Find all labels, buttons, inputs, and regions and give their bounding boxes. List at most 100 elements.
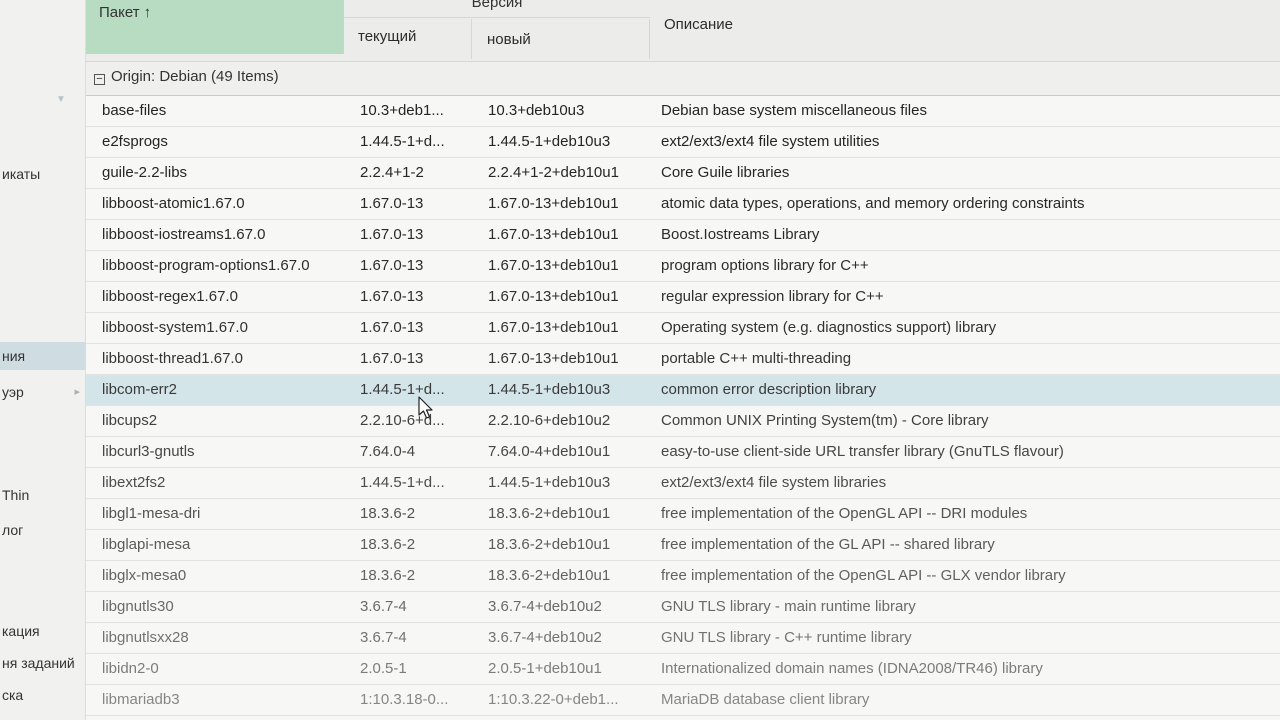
table-row[interactable]: libboost-system1.67.0 1.67.0-13 1.67.0-13+… — [86, 313, 1280, 344]
current-version: 1.67.0-13 — [360, 195, 424, 212]
current-version: 18.3.6-2 — [360, 567, 416, 584]
package-name: libidn2-0 — [102, 660, 159, 677]
current-version: 7.64.0-4 — [360, 443, 416, 460]
new-version: 1.44.5-1+deb10u3 — [488, 474, 611, 491]
table-row[interactable]: guile-2.2-libs 2.2.4+1-2 2.2.4+1-2+deb10u1… — [86, 158, 1280, 189]
package-name: libglapi-mesa — [102, 536, 191, 553]
table-row[interactable]: libboost-thread1.67.0 1.67.0-13 1.67.0-13+… — [86, 344, 1280, 375]
mouse-cursor-icon — [418, 396, 433, 419]
package-name: libcups2 — [102, 412, 158, 429]
new-version: 1:10.3.22-0+deb1... — [488, 691, 619, 708]
sidebar-item-application[interactable]: кация — [0, 617, 85, 645]
new-version: 1.67.0-13+deb10u1 — [488, 195, 619, 212]
current-version: 1.67.0-13 — [360, 257, 424, 274]
package-description: GNU TLS library - C++ runtime library — [661, 629, 912, 646]
sidebar-item-log[interactable]: лог — [0, 516, 85, 544]
package-description: common error description library — [661, 381, 877, 398]
new-version: 1.67.0-13+deb10u1 — [488, 288, 619, 305]
package-description: easy-to-use client-side URL transfer lib… — [661, 443, 1064, 460]
current-version: 1.67.0-13 — [360, 319, 424, 336]
package-description: Core Guile libraries — [661, 164, 790, 181]
package-name: libcurl3-gnutls — [102, 443, 195, 460]
current-version: 3.6.7-4 — [360, 598, 407, 615]
sidebar-item-thin[interactable]: Thin — [0, 481, 85, 509]
new-version: 18.3.6-2+deb10u1 — [488, 567, 611, 584]
table-header: Пакет ↑ Версия текущий новый Описание — [86, 0, 1280, 62]
package-description: Boost.Iostreams Library — [661, 226, 820, 243]
table-row[interactable]: libmariadb3 1:10.3.18-0... 1:10.3.22-0+deb… — [86, 685, 1280, 716]
package-description: free implementation of the OpenGL API --… — [661, 505, 1028, 522]
new-version: 1.67.0-13+deb10u1 — [488, 319, 619, 336]
current-version: 1.67.0-13 — [360, 288, 424, 305]
new-version: 2.0.5-1+deb10u1 — [488, 660, 602, 677]
package-name: e2fsprogs — [102, 133, 168, 150]
package-name: libgl1-mesa-dri — [102, 505, 201, 522]
table-row[interactable]: e2fsprogs 1.44.5-1+d... 1.44.5-1+deb10u3 ex… — [86, 127, 1280, 158]
table-row[interactable]: libboost-regex1.67.0 1.67.0-13 1.67.0-13+d… — [86, 282, 1280, 313]
table-row[interactable]: libboost-iostreams1.67.0 1.67.0-13 1.67.0-… — [86, 220, 1280, 251]
package-name: libboost-regex1.67.0 — [102, 288, 238, 305]
package-name: libboost-program-options1.67.0 — [102, 257, 310, 274]
new-version: 1.44.5-1+deb10u3 — [488, 381, 611, 398]
column-header-version: Версия — [344, 0, 650, 18]
sidebar-item-task-schedule[interactable]: ня заданий — [0, 649, 85, 677]
table-row[interactable]: base-files 10.3+deb1... 10.3+deb10u3 Debian… — [86, 96, 1280, 127]
table-row[interactable]: libidn2-0 2.0.5-1 2.0.5-1+deb10u1 Internati… — [86, 654, 1280, 685]
new-version: 10.3+deb10u3 — [488, 102, 585, 119]
sidebar-item-label: ния — [2, 348, 26, 364]
table-row[interactable]: libboost-atomic1.67.0 1.67.0-13 1.67.0-13+… — [86, 189, 1280, 220]
table-row[interactable]: libboost-program-options1.67.0 1.67.0-13 1… — [86, 251, 1280, 282]
sidebar-item-label: ня заданий — [2, 655, 75, 671]
sidebar: ▼ икаты ния уэр ▸ Thin лог кация ня зада… — [0, 0, 86, 720]
sidebar-item-certificates[interactable]: икаты — [0, 160, 85, 188]
sidebar-item-updates[interactable]: ния — [0, 342, 85, 370]
current-version: 1.67.0-13 — [360, 350, 424, 367]
table-row[interactable]: libgnutls30 3.6.7-4 3.6.7-4+deb10u2 GNU TLS… — [86, 592, 1280, 623]
table-row[interactable]: libgnutlsxx28 3.6.7-4 3.6.7-4+deb10u2 GNU T… — [86, 623, 1280, 654]
table-row[interactable]: libglapi-mesa 18.3.6-2 18.3.6-2+deb10u1 fre… — [86, 530, 1280, 561]
package-table: Пакет ↑ Версия текущий новый Описание − Or… — [86, 0, 1280, 720]
sidebar-item-software[interactable]: уэр ▸ — [0, 378, 85, 406]
sidebar-item-label: лог — [2, 522, 24, 538]
new-version: 3.6.7-4+deb10u2 — [488, 598, 602, 615]
package-name: libboost-thread1.67.0 — [102, 350, 243, 367]
group-header[interactable]: − Origin: Debian (49 Items) — [86, 62, 1280, 96]
new-version: 7.64.0-4+deb10u1 — [488, 443, 611, 460]
chevron-down-icon[interactable]: ▼ — [56, 94, 66, 105]
package-description: Common UNIX Printing System(tm) - Core l… — [661, 412, 989, 429]
package-description: ext2/ext3/ext4 file system utilities — [661, 133, 880, 150]
table-row[interactable]: libext2fs2 1.44.5-1+d... 1.44.5-1+deb10u3 e… — [86, 468, 1280, 499]
new-version: 18.3.6-2+deb10u1 — [488, 505, 611, 522]
new-version: 2.2.10-6+deb10u2 — [488, 412, 611, 429]
group-label: Origin: Debian (49 Items) — [111, 68, 279, 85]
sidebar-item-search[interactable]: ска — [0, 681, 85, 709]
column-header-package[interactable]: Пакет ↑ — [86, 0, 344, 54]
column-header-new[interactable]: новый — [472, 19, 650, 59]
current-version: 1.44.5-1+d... — [360, 133, 445, 150]
current-version: 1.44.5-1+d... — [360, 474, 445, 491]
column-header-description[interactable]: Описание — [650, 0, 1280, 62]
current-version: 10.3+deb1... — [360, 102, 444, 119]
package-description: program options library for C++ — [661, 257, 869, 274]
package-name: libcom-err2 — [102, 381, 178, 398]
sidebar-item-label: ска — [2, 687, 24, 703]
collapse-group-icon[interactable]: − — [94, 74, 105, 85]
table-row[interactable]: libglx-mesa0 18.3.6-2 18.3.6-2+deb10u1 free… — [86, 561, 1280, 592]
package-description: MariaDB database client library — [661, 691, 870, 708]
sidebar-item-label: икаты — [2, 166, 41, 182]
table-row[interactable]: libgl1-mesa-dri 18.3.6-2 18.3.6-2+deb10u1 f… — [86, 499, 1280, 530]
package-description: GNU TLS library - main runtime library — [661, 598, 916, 615]
column-header-current[interactable]: текущий — [344, 19, 472, 59]
current-version: 2.0.5-1 — [360, 660, 407, 677]
package-name: libglx-mesa0 — [102, 567, 187, 584]
current-version: 1.44.5-1+d... — [360, 381, 445, 398]
table-row[interactable]: libcurl3-gnutls 7.64.0-4 7.64.0-4+deb10u1 e… — [86, 437, 1280, 468]
new-version: 1.67.0-13+deb10u1 — [488, 226, 619, 243]
package-name: libmariadb3 — [102, 691, 180, 708]
current-version: 1.67.0-13 — [360, 226, 424, 243]
package-description: Internationalized domain names (IDNA2008… — [661, 660, 1043, 677]
current-version: 1:10.3.18-0... — [360, 691, 449, 708]
table-row[interactable]: libcom-err2 1.44.5-1+d... 1.44.5-1+deb10u3… — [86, 375, 1280, 406]
package-name: libboost-iostreams1.67.0 — [102, 226, 266, 243]
table-row[interactable]: libcups2 2.2.10-6+d... 2.2.10-6+deb10u2 Com… — [86, 406, 1280, 437]
